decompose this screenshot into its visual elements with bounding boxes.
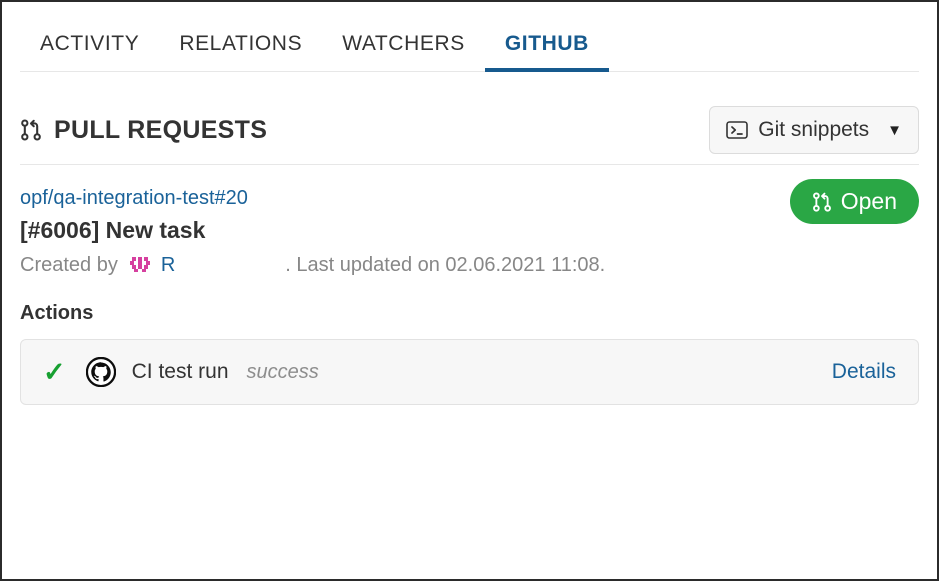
action-row: ✓ CI test run success Details [20,339,919,405]
tab-bar: ACTIVITY RELATIONS WATCHERS GITHUB [2,2,937,72]
tab-activity[interactable]: ACTIVITY [20,32,159,72]
github-octocat-icon [85,357,116,387]
git-pull-request-icon [20,117,42,143]
actions-heading: Actions [20,302,94,324]
section-title-group: PULL REQUESTS [20,116,267,145]
check-icon: ✓ [43,356,66,387]
git-snippets-button[interactable]: Git snippets ▼ [709,106,919,154]
action-name: CI test run [131,360,229,383]
pull-request-title: [#6006] New task [20,217,206,243]
pull-request-meta: Created by R . Last updated on 02.06.202… [20,252,919,278]
pull-request-updated-text: . Last updated on 02.06.2021 11:08. [285,253,606,276]
tab-relations[interactable]: RELATIONS [159,32,322,72]
pull-request-item: opf/qa-integration-test#20 [#6006] New t… [2,165,937,278]
git-pull-request-icon [812,190,832,214]
pull-request-author-link[interactable]: R [161,254,175,277]
git-snippets-label: Git snippets [758,118,870,141]
status-badge[interactable]: Open [789,179,919,224]
tab-github[interactable]: GITHUB [484,32,610,72]
tab-watchers[interactable]: WATCHERS [322,32,485,72]
created-by-label: Created by [20,253,118,276]
pull-request-repo-link[interactable]: opf/qa-integration-test#20 [20,187,248,210]
terminal-icon [726,120,749,140]
github-tab-panel: ACTIVITY RELATIONS WATCHERS GITHUB PULL … [0,0,939,581]
pull-requests-header: PULL REQUESTS Git snippets ▼ [2,72,937,164]
action-details-link[interactable]: Details [832,360,896,384]
status-badge-label: Open [840,188,897,214]
avatar [126,252,153,278]
page-title: PULL REQUESTS [54,115,268,144]
chevron-down-icon: ▼ [887,121,902,139]
action-status: success [246,360,319,383]
